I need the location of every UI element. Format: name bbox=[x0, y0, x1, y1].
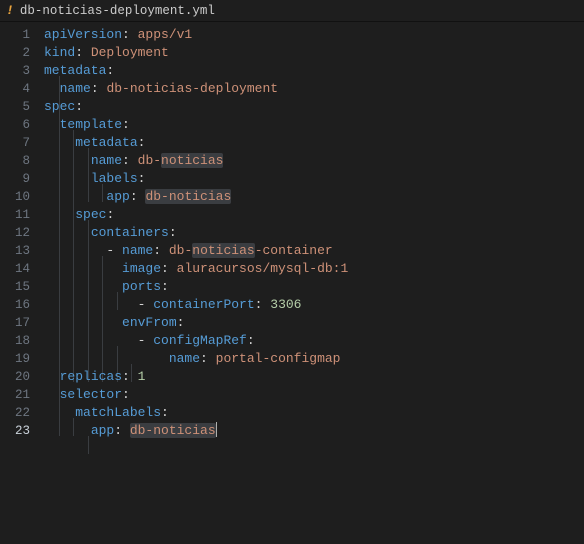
code-line[interactable]: image: aluracursos/mysql-db:1 bbox=[44, 260, 584, 278]
line-number: 14 bbox=[0, 260, 44, 278]
line-number: 13 bbox=[0, 242, 44, 260]
line-number: 4 bbox=[0, 80, 44, 98]
code-area[interactable]: apiVersion: apps/v1 kind: Deployment met… bbox=[44, 22, 584, 544]
code-editor[interactable]: 1234567891011121314151617181920212223 ap… bbox=[0, 22, 584, 544]
line-number: 19 bbox=[0, 350, 44, 368]
yaml-file-icon: ! bbox=[6, 3, 14, 18]
line-number: 23 bbox=[0, 422, 44, 440]
code-line[interactable]: name: portal-configmap bbox=[44, 350, 584, 368]
code-line[interactable]: matchLabels: bbox=[44, 404, 584, 422]
line-number: 1 bbox=[0, 26, 44, 44]
code-line[interactable]: name: db-noticias bbox=[44, 152, 584, 170]
line-number: 8 bbox=[0, 152, 44, 170]
code-line[interactable]: name: db-noticias-deployment bbox=[44, 80, 584, 98]
line-number: 9 bbox=[0, 170, 44, 188]
line-number: 18 bbox=[0, 332, 44, 350]
code-line[interactable]: ports: bbox=[44, 278, 584, 296]
line-number: 22 bbox=[0, 404, 44, 422]
line-number: 6 bbox=[0, 116, 44, 134]
line-number: 11 bbox=[0, 206, 44, 224]
line-number: 2 bbox=[0, 44, 44, 62]
code-line[interactable]: app: db-noticias bbox=[44, 188, 584, 206]
tab-title[interactable]: db-noticias-deployment.yml bbox=[20, 4, 215, 18]
line-number: 12 bbox=[0, 224, 44, 242]
code-line[interactable]: - containerPort: 3306 bbox=[44, 296, 584, 314]
code-line[interactable]: envFrom: bbox=[44, 314, 584, 332]
line-number: 10 bbox=[0, 188, 44, 206]
line-number: 15 bbox=[0, 278, 44, 296]
code-line[interactable]: labels: bbox=[44, 170, 584, 188]
line-number: 3 bbox=[0, 62, 44, 80]
line-number: 16 bbox=[0, 296, 44, 314]
code-line[interactable]: template: bbox=[44, 116, 584, 134]
code-line[interactable]: spec: bbox=[44, 98, 584, 116]
code-line[interactable]: replicas: 1 bbox=[44, 368, 584, 386]
code-line[interactable]: - name: db-noticias-container bbox=[44, 242, 584, 260]
line-number: 7 bbox=[0, 134, 44, 152]
code-line[interactable]: selector: bbox=[44, 386, 584, 404]
code-line[interactable]: containers: bbox=[44, 224, 584, 242]
code-line[interactable]: - configMapRef: bbox=[44, 332, 584, 350]
code-line[interactable]: metadata: bbox=[44, 134, 584, 152]
line-number-gutter: 1234567891011121314151617181920212223 bbox=[0, 22, 44, 544]
code-line[interactable]: kind: Deployment bbox=[44, 44, 584, 62]
tab-bar: ! db-noticias-deployment.yml bbox=[0, 0, 584, 22]
line-number: 20 bbox=[0, 368, 44, 386]
text-cursor bbox=[216, 422, 217, 437]
code-line[interactable]: apiVersion: apps/v1 bbox=[44, 26, 584, 44]
code-line[interactable]: spec: bbox=[44, 206, 584, 224]
line-number: 5 bbox=[0, 98, 44, 116]
code-line[interactable]: app: db-noticias bbox=[44, 422, 584, 440]
line-number: 17 bbox=[0, 314, 44, 332]
code-line[interactable]: metadata: bbox=[44, 62, 584, 80]
line-number: 21 bbox=[0, 386, 44, 404]
